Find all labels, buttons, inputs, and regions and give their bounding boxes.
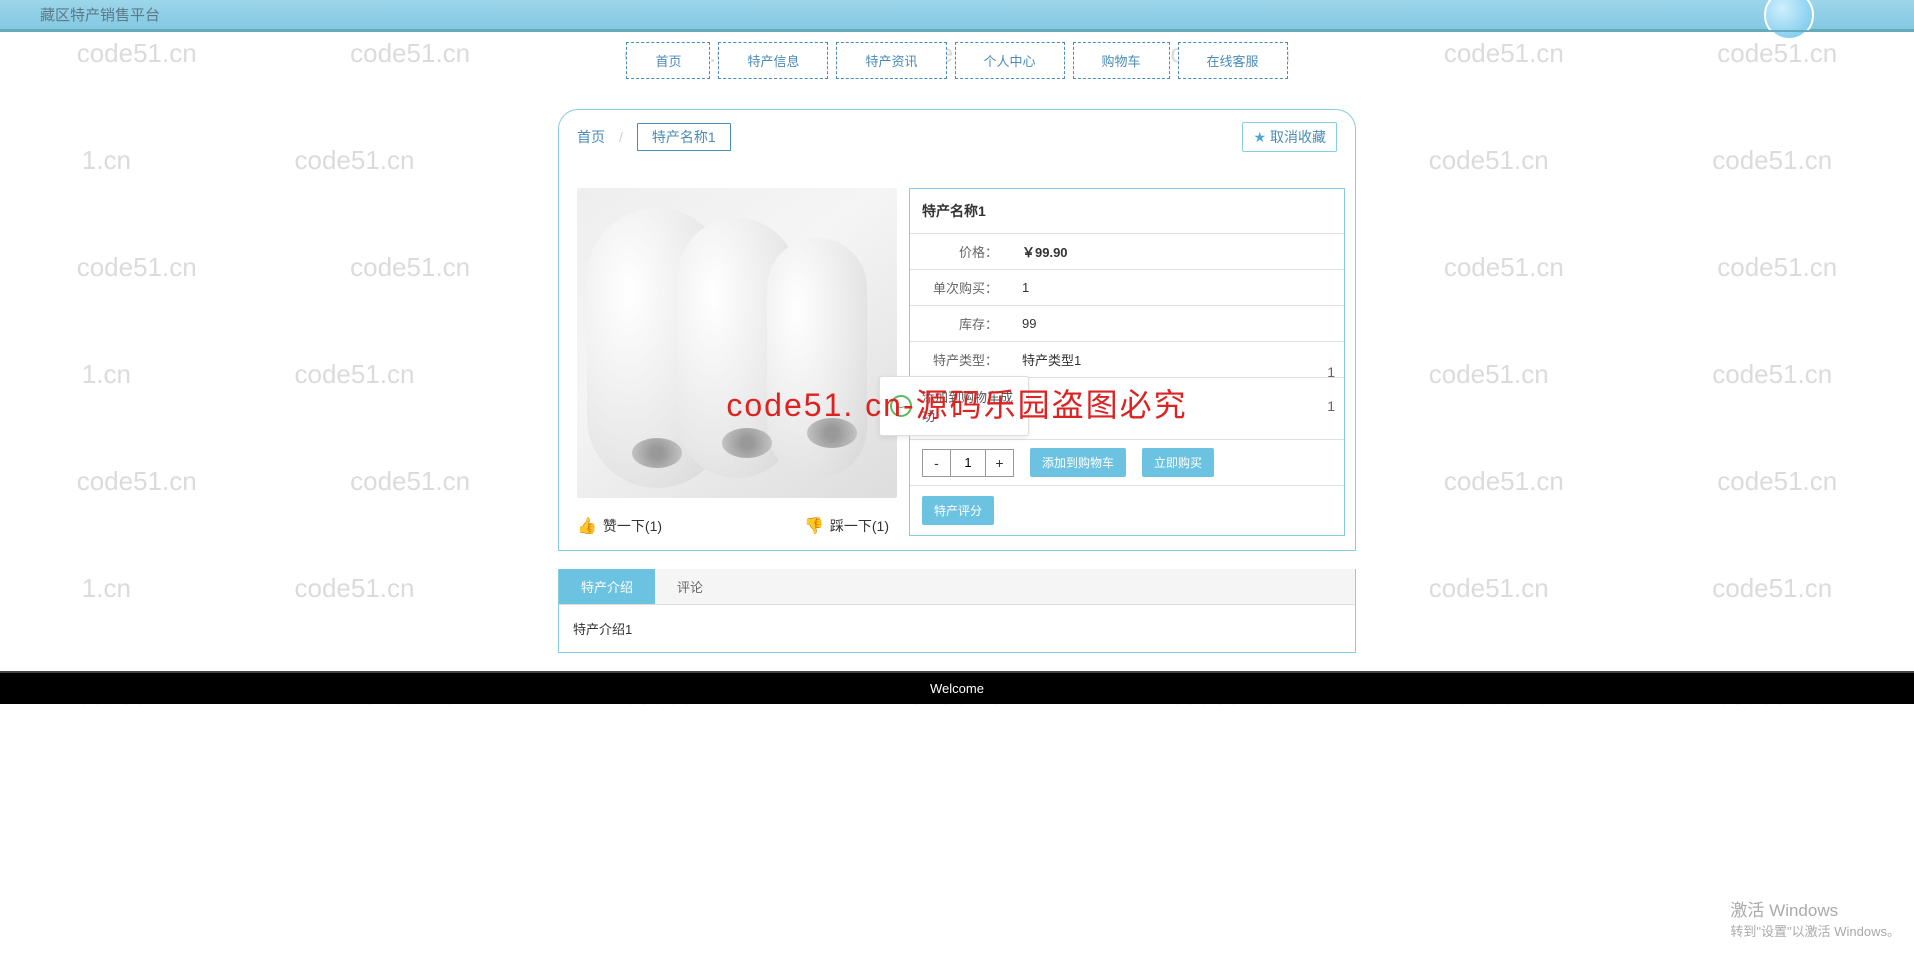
tab-intro[interactable]: 特产介绍 <box>559 569 655 604</box>
dislike-label: 踩一下(1) <box>830 516 889 536</box>
nav-cart[interactable]: 购物车 <box>1073 42 1170 79</box>
site-title: 藏区特产销售平台 <box>40 4 160 25</box>
like-button[interactable]: 👍 赞一下(1) <box>577 516 804 536</box>
like-section: 👍 赞一下(1) 👎 踩一下(1) <box>577 516 889 536</box>
red-watermark: code51. cn-源码乐园盗图必究 <box>726 380 1187 426</box>
footer-text: Welcome <box>930 681 984 696</box>
type-label: 特产类型： <box>910 350 998 369</box>
stock-value: 99 <box>998 316 1036 331</box>
breadcrumb-separator: / <box>619 129 623 145</box>
product-title: 特产名称1 <box>910 189 1344 234</box>
count-badge-1: 1 <box>1327 364 1335 380</box>
breadcrumb-bar: 首页 / 特产名称1 ★ 取消收藏 <box>558 109 1356 164</box>
nav-service[interactable]: 在线客服 <box>1178 42 1288 79</box>
nav-home[interactable]: 首页 <box>626 42 710 79</box>
star-icon: ★ <box>1253 129 1266 146</box>
qty-input[interactable] <box>951 450 985 476</box>
breadcrumb-home[interactable]: 首页 <box>577 127 605 147</box>
main-nav: 首页 特产信息 特产资讯 个人中心 购物车 在线客服 <box>0 42 1914 79</box>
tab-comments[interactable]: 评论 <box>655 569 725 604</box>
price-label: 价格： <box>910 242 998 261</box>
footer: Welcome <box>0 671 1914 704</box>
tab-content: 特产介绍1 <box>559 605 1355 652</box>
dislike-button[interactable]: 👎 踩一下(1) <box>804 516 889 536</box>
like-label: 赞一下(1) <box>603 516 662 536</box>
product-right-column: 1 1 特产名称1 价格： ￥99.90 单次购买： 1 库存： 99 特产类型… <box>899 188 1355 536</box>
product-info-table: 特产名称1 价格： ￥99.90 单次购买： 1 库存： 99 特产类型： 特产… <box>909 188 1345 536</box>
product-left-column: 👍 赞一下(1) 👎 踩一下(1) <box>559 188 899 536</box>
qty-minus-button[interactable]: - <box>923 450 951 476</box>
single-buy-value: 1 <box>998 280 1029 295</box>
thumbs-down-icon: 👎 <box>804 516 824 536</box>
quantity-stepper: - + <box>922 449 1014 477</box>
windows-activation: 激活 Windows 转到"设置"以激活 Windows。 <box>1730 896 1900 940</box>
header-separator <box>0 30 1914 32</box>
breadcrumb-current: 特产名称1 <box>637 123 731 151</box>
tab-bar: 特产介绍 评论 <box>559 569 1355 605</box>
windows-subtitle: 转到"设置"以激活 Windows。 <box>1730 921 1900 940</box>
user-avatar-icon[interactable] <box>1764 0 1814 40</box>
rating-button[interactable]: 特产评分 <box>922 496 994 525</box>
favorite-label: 取消收藏 <box>1270 127 1326 147</box>
nav-profile[interactable]: 个人中心 <box>955 42 1065 79</box>
stock-label: 库存： <box>910 314 998 333</box>
price-value: ￥99.90 <box>998 242 1068 261</box>
nav-products[interactable]: 特产信息 <box>718 42 828 79</box>
buy-now-button[interactable]: 立即购买 <box>1142 448 1214 477</box>
type-value: 特产类型1 <box>998 350 1081 369</box>
cancel-favorite-button[interactable]: ★ 取消收藏 <box>1242 122 1337 152</box>
qty-plus-button[interactable]: + <box>985 450 1013 476</box>
add-to-cart-button[interactable]: 添加到购物车 <box>1030 448 1126 477</box>
product-image <box>577 188 897 498</box>
thumbs-up-icon: 👍 <box>577 516 597 536</box>
nav-news[interactable]: 特产资讯 <box>836 42 946 79</box>
count-badge-2: 1 <box>1327 398 1335 414</box>
top-header: 藏区特产销售平台 <box>0 0 1914 30</box>
product-details: 👍 赞一下(1) 👎 踩一下(1) 1 1 特产名称1 价格： ￥99.90 <box>558 164 1356 551</box>
windows-title: 激活 Windows <box>1730 896 1900 921</box>
tabs-section: 特产介绍 评论 特产介绍1 <box>558 569 1356 653</box>
single-buy-label: 单次购买： <box>910 278 998 297</box>
